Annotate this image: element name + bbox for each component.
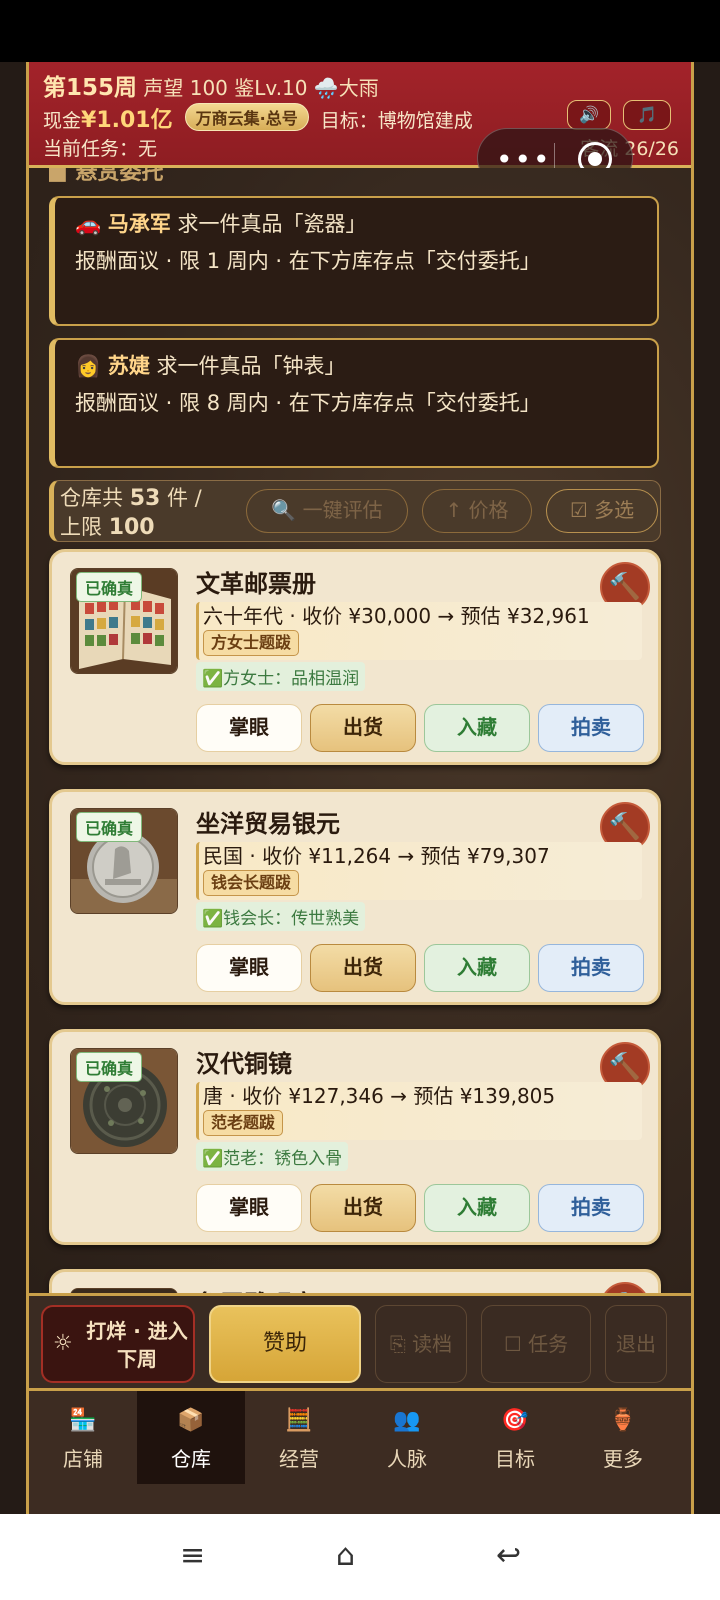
commission-request: 求一件真品「瓷器」 (177, 212, 367, 236)
expert-comment: ✅方女士：品相温润 (196, 662, 366, 691)
sponsor-button[interactable]: 赞助 (209, 1305, 361, 1383)
car-icon: 🚗 (75, 212, 102, 236)
auction-button[interactable]: 拍卖 (538, 704, 644, 752)
load-save-button[interactable]: ⎘ 读档 (375, 1305, 467, 1383)
action-bar: ☼ 打烊 · 进入下周 赞助 ⎘ 读档 ☐ 任务 退出 (29, 1293, 691, 1391)
week-row: 第155周 声望 100 鉴Lv.10 🌧️大雨 (43, 68, 379, 102)
commission-detail: 报酬面议 · 限 1 周内 · 在下方库存点「交付委托」 (75, 249, 541, 273)
sun-icon: ☼ (53, 1331, 73, 1356)
status-bar (0, 0, 720, 62)
item-card[interactable]: 象牙雕观音 🔨 (49, 1269, 661, 1293)
item-title: 汉代铜镜 (196, 1050, 292, 1078)
sell-button[interactable]: 出货 (310, 944, 416, 992)
goal-label: 目标：博物馆建成 (320, 110, 473, 132)
warehouse-capacity: 仓库共 53 件 / 上限 100 (60, 486, 202, 540)
verified-badge: 已确真 (76, 812, 143, 842)
item-title: 坐洋贸易银元 (196, 810, 340, 838)
speaker-icon: 🔊 (579, 105, 599, 124)
cash-row: 现金¥1.01亿 万商云集·总号 目标：博物馆建成 (43, 102, 473, 134)
item-price: 唐 · 收价 ¥127,346 → 预估 ¥139,805 (203, 1084, 556, 1108)
tab-goals[interactable]: 🎯 目标 (461, 1391, 569, 1484)
shop-icon: 🏪 (69, 1408, 97, 1433)
vase-icon: 🏺 (609, 1408, 637, 1433)
item-info: 民国 · 收价 ¥11,264 → 预估 ¥79,307 钱会长题跋 (196, 842, 642, 900)
item-info: 唐 · 收价 ¥127,346 → 预估 ¥139,805 范老题跋 (196, 1082, 642, 1140)
evaluate-all-button[interactable]: 🔍 一键评估 (246, 489, 408, 533)
appraise-button[interactable]: 掌眼 (196, 944, 302, 992)
tasks-button[interactable]: ☐ 任务 (481, 1305, 591, 1383)
sound-toggle-button[interactable]: 🔊 (567, 100, 611, 130)
side-decoration (694, 62, 720, 1514)
appraise-button[interactable]: 掌眼 (196, 704, 302, 752)
item-price: 民国 · 收价 ¥11,264 → 预估 ¥79,307 (203, 844, 550, 868)
week-label: 第155周 (43, 75, 138, 101)
side-decoration (0, 62, 26, 1514)
inscription-tag: 范老题跋 (203, 1110, 284, 1136)
sell-button[interactable]: 出货 (310, 1184, 416, 1232)
sell-button[interactable]: 出货 (310, 704, 416, 752)
cash-label: 现金 (43, 110, 82, 132)
game-window: 第155周 声望 100 鉴Lv.10 🌧️大雨 现金¥1.01亿 万商云集·总… (26, 62, 694, 1514)
next-week-label: 打烊 · 进入下周 (86, 1319, 188, 1371)
home-icon[interactable]: ⌂ (336, 1538, 355, 1573)
item-info: 六十年代 · 收价 ¥30,000 → 预估 ¥32,961 方女士题跋 (196, 602, 642, 660)
verified-badge: 已确真 (76, 1052, 143, 1082)
cash-value: ¥1.01亿 (81, 108, 173, 133)
reputation-label: 声望 100 (143, 76, 228, 100)
client-name: 马承军 (107, 212, 171, 236)
commission-card[interactable]: 🚗 马承军 求一件真品「瓷器」 报酬面议 · 限 1 周内 · 在下方库存点「交… (49, 196, 659, 326)
menu-icon[interactable]: ≡ (180, 1538, 205, 1573)
tab-more[interactable]: 🏺 更多 (569, 1391, 677, 1484)
back-icon[interactable]: ↩ (496, 1538, 521, 1573)
collect-button[interactable]: 入藏 (424, 944, 530, 992)
music-note-icon: 🎵 (637, 105, 657, 124)
tab-business[interactable]: 🧮 经营 (245, 1391, 353, 1484)
appraise-level: 鉴Lv.10 (234, 76, 308, 100)
auction-button[interactable]: 拍卖 (538, 944, 644, 992)
commission-detail: 报酬面议 · 限 8 周内 · 在下方库存点「交付委托」 (75, 391, 541, 415)
woman-icon: 👩 (75, 354, 102, 378)
collect-button[interactable]: 入藏 (424, 1184, 530, 1232)
multi-select-button[interactable]: ☑ 多选 (546, 489, 658, 533)
sort-price-button[interactable]: ↑ 价格 (422, 489, 532, 533)
commission-request: 求一件真品「钟表」 (156, 354, 346, 378)
inscription-tag: 方女士题跋 (203, 630, 300, 656)
chest-icon: 📦 (177, 1408, 205, 1433)
collect-button[interactable]: 入藏 (424, 704, 530, 752)
next-week-button[interactable]: ☼ 打烊 · 进入下周 (41, 1305, 195, 1383)
section-title-peek: ■ 悬赏委托 (47, 168, 164, 185)
tab-shop[interactable]: 🏪 店铺 (29, 1391, 137, 1484)
current-task: 当前任务：无 (43, 138, 158, 160)
abacus-icon: 🧮 (285, 1408, 313, 1433)
verified-badge: 已确真 (76, 572, 143, 602)
expert-comment: ✅钱会长：传世熟美 (196, 902, 366, 931)
item-card[interactable]: 已确真 文革邮票册 🔨 六十年代 · 收价 ¥30,000 → 预估 ¥32,9… (49, 549, 661, 765)
auction-button[interactable]: 拍卖 (538, 1184, 644, 1232)
people-icon: 👥 (393, 1408, 421, 1433)
inscription-tag: 钱会长题跋 (203, 870, 300, 896)
scroll-icon: 🎯 (501, 1408, 529, 1433)
hammer-icon[interactable]: 🔨 (600, 1282, 650, 1293)
main-scroll-area[interactable]: ■ 悬赏委托 🚗 马承军 求一件真品「瓷器」 报酬面议 · 限 1 周内 · 在… (29, 168, 691, 1293)
item-card[interactable]: 已确真 汉代铜镜 🔨 唐 · 收价 ¥127,346 → 预估 ¥139,805… (49, 1029, 661, 1245)
item-title: 文革邮票册 (196, 570, 316, 598)
bottom-tab-bar: 🏪 店铺 📦 仓库 🧮 经营 👥 人脉 🎯 目标 🏺 更多 (29, 1391, 691, 1514)
system-nav-bar: ≡ ⌂ ↩ (0, 1514, 720, 1600)
item-title: 象牙雕观音 (196, 1284, 316, 1293)
expert-comment: ✅范老：锈色入骨 (196, 1142, 349, 1171)
tab-contacts[interactable]: 👥 人脉 (353, 1391, 461, 1484)
tab-warehouse[interactable]: 📦 仓库 (137, 1391, 245, 1484)
appraise-button[interactable]: 掌眼 (196, 1184, 302, 1232)
item-price: 六十年代 · 收价 ¥30,000 → 预估 ¥32,961 (203, 604, 590, 628)
item-card[interactable]: 已确真 坐洋贸易银元 🔨 民国 · 收价 ¥11,264 → 预估 ¥79,30… (49, 789, 661, 1005)
commission-card[interactable]: 👩 苏婕 求一件真品「钟表」 报酬面议 · 限 8 周内 · 在下方库存点「交付… (49, 338, 659, 468)
store-badge: 万商云集·总号 (184, 103, 309, 131)
client-name: 苏婕 (107, 354, 150, 378)
weather-label: 🌧️大雨 (313, 76, 379, 100)
music-toggle-button[interactable]: 🎵 (623, 100, 671, 130)
warehouse-toolbar: 仓库共 53 件 / 上限 100 🔍 一键评估 ↑ 价格 ☑ 多选 (49, 480, 661, 542)
exit-button[interactable]: 退出 (605, 1305, 667, 1383)
